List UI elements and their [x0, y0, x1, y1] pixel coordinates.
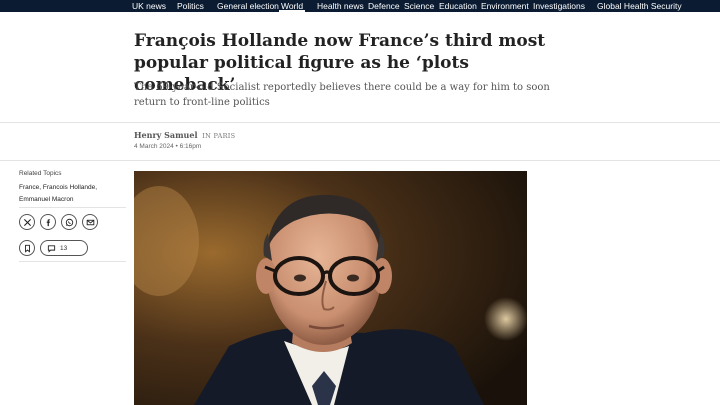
- share-x-button[interactable]: [19, 214, 35, 230]
- comment-count: 13: [60, 244, 68, 252]
- byline-location: IN PARIS: [202, 132, 236, 140]
- comments-button[interactable]: 13: [40, 240, 88, 256]
- sidebar-divider: [19, 207, 126, 208]
- nav-item-education[interactable]: Education: [439, 0, 477, 12]
- share-email-button[interactable]: [82, 214, 98, 230]
- comment-icon: [47, 244, 56, 253]
- nav-item-science[interactable]: Science: [404, 0, 434, 12]
- facebook-icon: [46, 218, 50, 226]
- related-topics-list: France, Francois Hollande, Emmanuel Macr…: [19, 184, 98, 203]
- email-icon: [86, 219, 94, 225]
- whatsapp-icon: [65, 218, 73, 226]
- article-standfirst: The 69-year-old Socialist reportedly bel…: [134, 82, 550, 108]
- nav-item-uk-news[interactable]: UK news: [132, 0, 166, 12]
- x-icon: [23, 218, 31, 226]
- nav-item-environment[interactable]: Environment: [481, 0, 529, 12]
- publish-date: 4 March 2024 • 6:16pm: [134, 143, 202, 150]
- topic-link-francois-hollande[interactable]: Francois Hollande: [43, 184, 95, 191]
- bookmark-button[interactable]: [19, 240, 35, 256]
- byline-divider: [0, 160, 720, 161]
- related-topics-title: Related Topics: [19, 170, 62, 177]
- author-name[interactable]: Henry Samuel: [134, 130, 197, 140]
- topic-link-france[interactable]: France: [19, 184, 39, 191]
- nav-item-world[interactable]: World: [278, 0, 306, 12]
- nav-item-global-health-security[interactable]: Global Health Security: [597, 0, 682, 12]
- header-divider: [0, 122, 720, 123]
- portrait-illustration: [134, 171, 527, 405]
- byline: Henry Samuel IN PARIS: [134, 130, 235, 140]
- nav-item-politics[interactable]: Politics: [177, 0, 204, 12]
- nav-item-defence[interactable]: Defence: [368, 0, 400, 12]
- top-navigation-bar: UK news Politics General election World …: [0, 0, 720, 12]
- nav-item-health-news[interactable]: Health news: [317, 0, 364, 12]
- nav-item-general-election[interactable]: General election: [217, 0, 279, 12]
- share-facebook-button[interactable]: [40, 214, 56, 230]
- topic-link-emmanuel-macron[interactable]: Emmanuel Macron: [19, 196, 74, 203]
- nav-item-investigations[interactable]: Investigations: [533, 0, 585, 12]
- sidebar-divider-bottom: [19, 261, 126, 262]
- article-photo: [134, 171, 527, 405]
- bookmark-icon: [24, 244, 30, 253]
- share-whatsapp-button[interactable]: [61, 214, 77, 230]
